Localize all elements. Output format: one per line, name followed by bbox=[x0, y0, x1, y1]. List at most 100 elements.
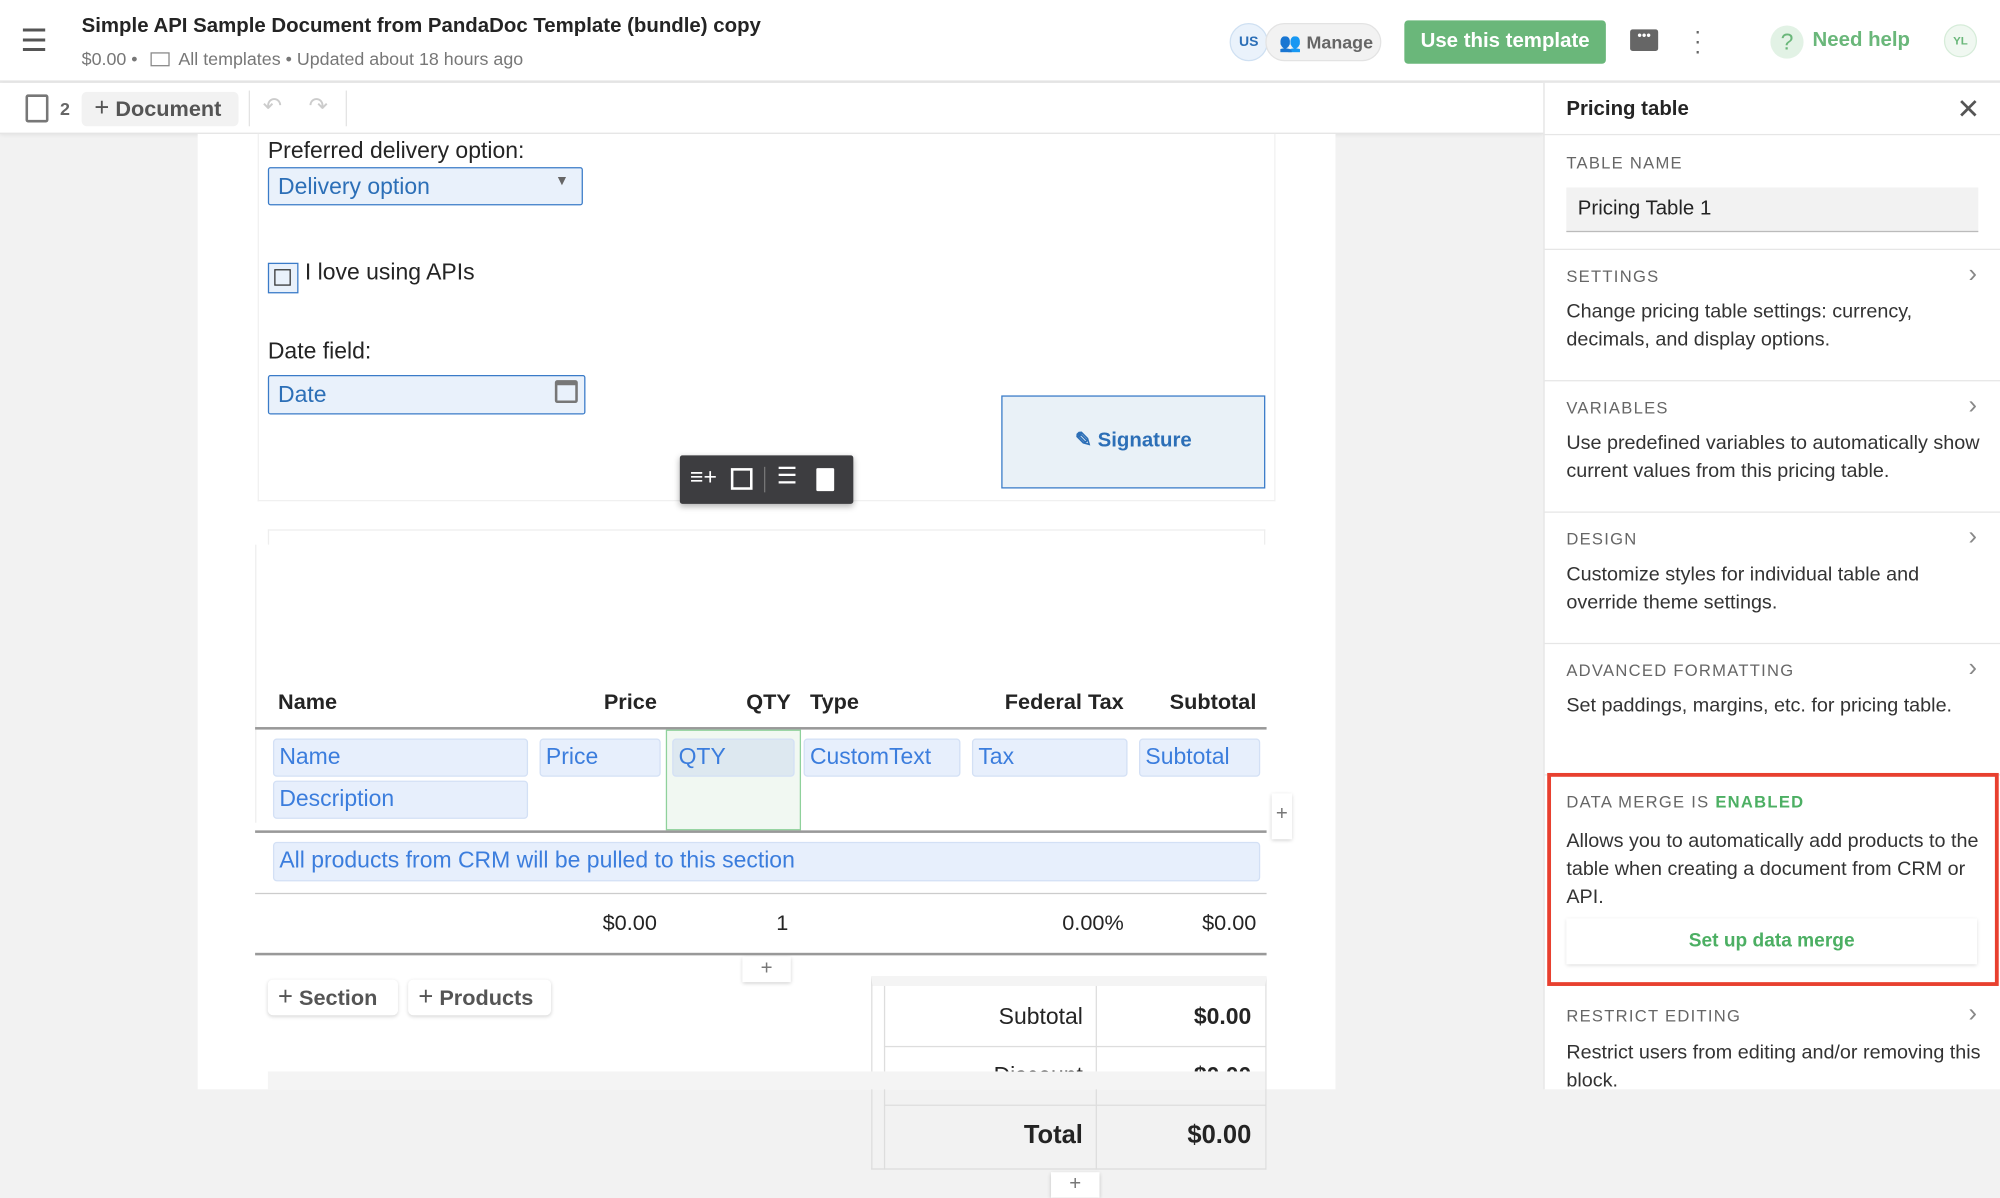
add-section-label: Section bbox=[299, 985, 378, 1011]
plus-icon: + bbox=[418, 983, 434, 1012]
plus-icon: + bbox=[278, 983, 293, 1012]
settings-section[interactable]: SETTINGS › Change pricing table settings: … bbox=[1544, 250, 2000, 382]
close-icon[interactable]: ✕ bbox=[1957, 93, 1981, 126]
divider bbox=[255, 952, 1267, 956]
variables-section[interactable]: VARIABLES › Use predefined variables to au… bbox=[1544, 381, 2000, 513]
header: ☰ Simple API Sample Document from PandaD… bbox=[0, 0, 2000, 83]
panel-title: Pricing table bbox=[1566, 98, 1689, 120]
add-products-button[interactable]: + Products bbox=[408, 979, 552, 1016]
table-name-input[interactable]: Pricing Table 1 bbox=[1566, 187, 1979, 233]
date-placeholder: Date bbox=[278, 381, 327, 407]
add-document-label: Document bbox=[115, 96, 222, 122]
section-text: Set paddings, margins, etc. for pricing … bbox=[1566, 695, 1953, 717]
checkbox-label: I love using APIs bbox=[304, 258, 475, 285]
more-options-icon[interactable]: · · · bbox=[1694, 19, 1702, 62]
document-title[interactable]: Simple API Sample Document from PandaDoc… bbox=[82, 15, 761, 38]
description-field[interactable]: Description bbox=[272, 780, 529, 819]
crm-section-note[interactable]: All products from CRM will be pulled to … bbox=[272, 841, 1261, 882]
block-actions-toolbar: ≡+ ☰ bbox=[679, 455, 854, 504]
table-name-label: TABLE NAME bbox=[1566, 153, 1683, 173]
name-field[interactable]: Name bbox=[272, 738, 529, 777]
header-federal-tax: Federal Tax bbox=[1004, 690, 1124, 715]
chevron-right-icon: › bbox=[1968, 391, 1978, 420]
delivery-label: Preferred delivery option: bbox=[267, 137, 525, 164]
section-title: VARIABLES bbox=[1566, 397, 1669, 418]
need-help-link[interactable]: Need help bbox=[1812, 29, 1910, 52]
app: ☰ Simple API Sample Document from PandaD… bbox=[0, 0, 2000, 1198]
chevron-right-icon: › bbox=[1968, 654, 1978, 683]
column-resize-bar[interactable] bbox=[267, 529, 1266, 545]
signature-label: Signature bbox=[1097, 429, 1192, 452]
row-qty: 1 bbox=[776, 910, 789, 935]
section-title: DESIGN bbox=[1566, 529, 1638, 549]
duplicate-icon[interactable] bbox=[730, 468, 753, 490]
data-merge-status: ENABLED bbox=[1715, 792, 1805, 812]
delivery-dropdown[interactable]: Delivery option ▼ bbox=[267, 167, 583, 206]
add-column-button[interactable]: + bbox=[1271, 793, 1293, 840]
folder-link[interactable]: All templates bbox=[178, 48, 280, 68]
section-title: ADVANCED FORMATTING bbox=[1566, 660, 1795, 680]
qty-field[interactable]: QTY bbox=[672, 738, 795, 777]
help-icon[interactable]: ? bbox=[1770, 25, 1804, 59]
date-label: Date field: bbox=[267, 338, 372, 364]
next-block bbox=[267, 1071, 1266, 1090]
divider bbox=[248, 90, 250, 127]
data-merge-text: Allows you to automatically add products… bbox=[1566, 830, 1979, 909]
divider bbox=[255, 830, 1267, 833]
properties-panel: Pricing table ✕ TABLE NAME Pricing Table… bbox=[1543, 82, 2000, 1092]
account-avatar[interactable]: YL bbox=[1943, 24, 1978, 58]
subtotal-field[interactable]: Subtotal bbox=[1139, 738, 1261, 777]
date-input[interactable]: Date bbox=[267, 374, 586, 415]
type-field[interactable]: CustomText bbox=[803, 738, 961, 777]
comments-icon[interactable]: ••• bbox=[1630, 29, 1659, 52]
pages-icon[interactable] bbox=[25, 94, 49, 123]
pen-icon: ✎ bbox=[1074, 429, 1092, 452]
manage-button[interactable]: 👥 Manage bbox=[1265, 22, 1382, 62]
use-template-button[interactable]: Use this template bbox=[1404, 20, 1606, 64]
chevron-right-icon: › bbox=[1968, 999, 1978, 1029]
calendar-icon[interactable] bbox=[554, 380, 578, 404]
add-row-button[interactable]: + bbox=[742, 956, 791, 983]
row-tax: 0.00% bbox=[1062, 910, 1124, 935]
advanced-formatting-section[interactable]: ADVANCED FORMATTING › Set paddings, margin… bbox=[1544, 644, 2000, 776]
header-type: Type bbox=[809, 690, 859, 715]
row-price: $0.00 bbox=[602, 910, 657, 935]
signature-field[interactable]: ✎ Signature bbox=[1001, 395, 1266, 489]
restrict-editing-section[interactable]: RESTRICT EDITING › Restrict users from edi… bbox=[1545, 991, 2000, 1093]
section-title: SETTINGS bbox=[1566, 266, 1660, 286]
api-checkbox[interactable] bbox=[267, 262, 299, 294]
header-qty: QTY bbox=[746, 690, 791, 715]
set-up-data-merge-button[interactable]: Set up data merge bbox=[1566, 918, 1978, 965]
caret-down-icon: ▼ bbox=[554, 173, 569, 189]
divider bbox=[255, 892, 1267, 895]
menu-icon[interactable]: ☰ bbox=[20, 23, 47, 60]
totals-total-label: Total bbox=[1023, 1121, 1083, 1150]
add-row-icon[interactable]: ≡+ bbox=[690, 464, 717, 491]
user-avatar[interactable]: US bbox=[1229, 22, 1268, 62]
add-document-button[interactable]: + Document bbox=[81, 91, 239, 127]
manage-label: Manage bbox=[1306, 31, 1374, 53]
chevron-right-icon: › bbox=[1968, 260, 1978, 289]
row-subtotal: $0.00 bbox=[1202, 910, 1257, 935]
tax-field[interactable]: Tax bbox=[971, 738, 1128, 777]
trash-icon[interactable] bbox=[816, 468, 835, 492]
header-name: Name bbox=[278, 690, 338, 715]
redo-icon[interactable]: ↷ bbox=[309, 93, 328, 120]
totals-total-value: $0.00 bbox=[1187, 1121, 1252, 1150]
document-page: Preferred delivery option: Delivery opti… bbox=[197, 133, 1336, 1198]
data-merge-title: DATA MERGE IS bbox=[1566, 792, 1710, 812]
add-total-row-button[interactable]: + bbox=[1051, 1172, 1100, 1198]
totals-subtotal-label: Subtotal bbox=[998, 1003, 1083, 1030]
add-section-button[interactable]: + Section bbox=[267, 979, 398, 1016]
price-field[interactable]: Price bbox=[539, 738, 661, 777]
settings-sliders-icon[interactable]: ☰ bbox=[777, 463, 798, 490]
design-section[interactable]: DESIGN › Customize styles for individual t… bbox=[1544, 513, 2000, 645]
header-price: Price bbox=[603, 690, 657, 715]
section-text: Change pricing table settings: currency,… bbox=[1566, 301, 1913, 351]
section-text: Restrict users from editing and/or remov… bbox=[1566, 1042, 1981, 1092]
section-text: Customize styles for individual table an… bbox=[1566, 563, 1920, 614]
page-count: 2 bbox=[59, 98, 70, 119]
section-text: Use predefined variables to automaticall… bbox=[1566, 432, 1980, 483]
undo-icon[interactable]: ↶ bbox=[263, 93, 282, 120]
section-title: RESTRICT EDITING bbox=[1566, 1006, 1742, 1026]
